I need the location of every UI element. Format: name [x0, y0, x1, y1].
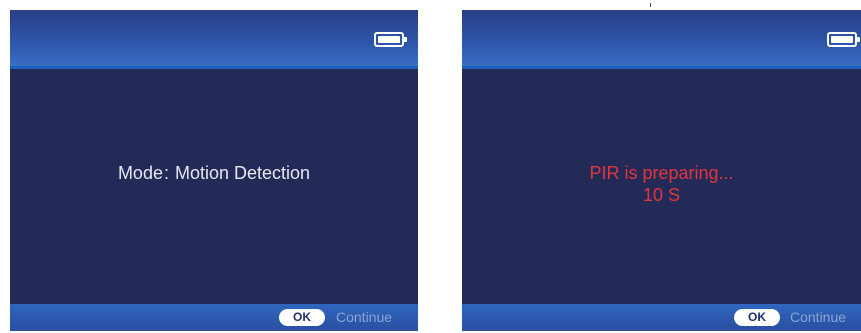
pir-preparing-screen: PIR is preparing... 10 S OK Continue	[462, 10, 861, 331]
ok-button[interactable]: OK	[279, 309, 325, 326]
separator-tick	[650, 3, 651, 7]
battery-level-fill	[378, 36, 400, 43]
battery-terminal	[404, 37, 407, 42]
ok-button[interactable]: OK	[734, 309, 780, 326]
softkey-bar: OK Continue	[462, 304, 861, 331]
battery-full-icon	[374, 32, 407, 47]
mode-message: Mode: Motion Detection	[10, 162, 418, 184]
status-bar	[10, 10, 418, 69]
battery-full-icon	[827, 32, 860, 47]
status-bar	[462, 10, 861, 69]
pir-countdown: 10 S	[642, 185, 681, 205]
mode-separator: :	[163, 163, 169, 183]
pir-status-text: PIR is preparing...	[589, 163, 734, 183]
softkey-bar: OK Continue	[10, 304, 418, 331]
battery-level-fill	[831, 36, 853, 43]
mode-screen: Mode: Motion Detection OK Continue	[10, 10, 418, 331]
battery-terminal	[857, 37, 860, 42]
mode-label: Mode	[117, 163, 163, 183]
continue-label: Continue	[790, 309, 847, 325]
mode-value: Motion Detection	[174, 163, 311, 183]
pir-status-message: PIR is preparing... 10 S	[462, 162, 861, 206]
continue-label: Continue	[336, 309, 393, 325]
